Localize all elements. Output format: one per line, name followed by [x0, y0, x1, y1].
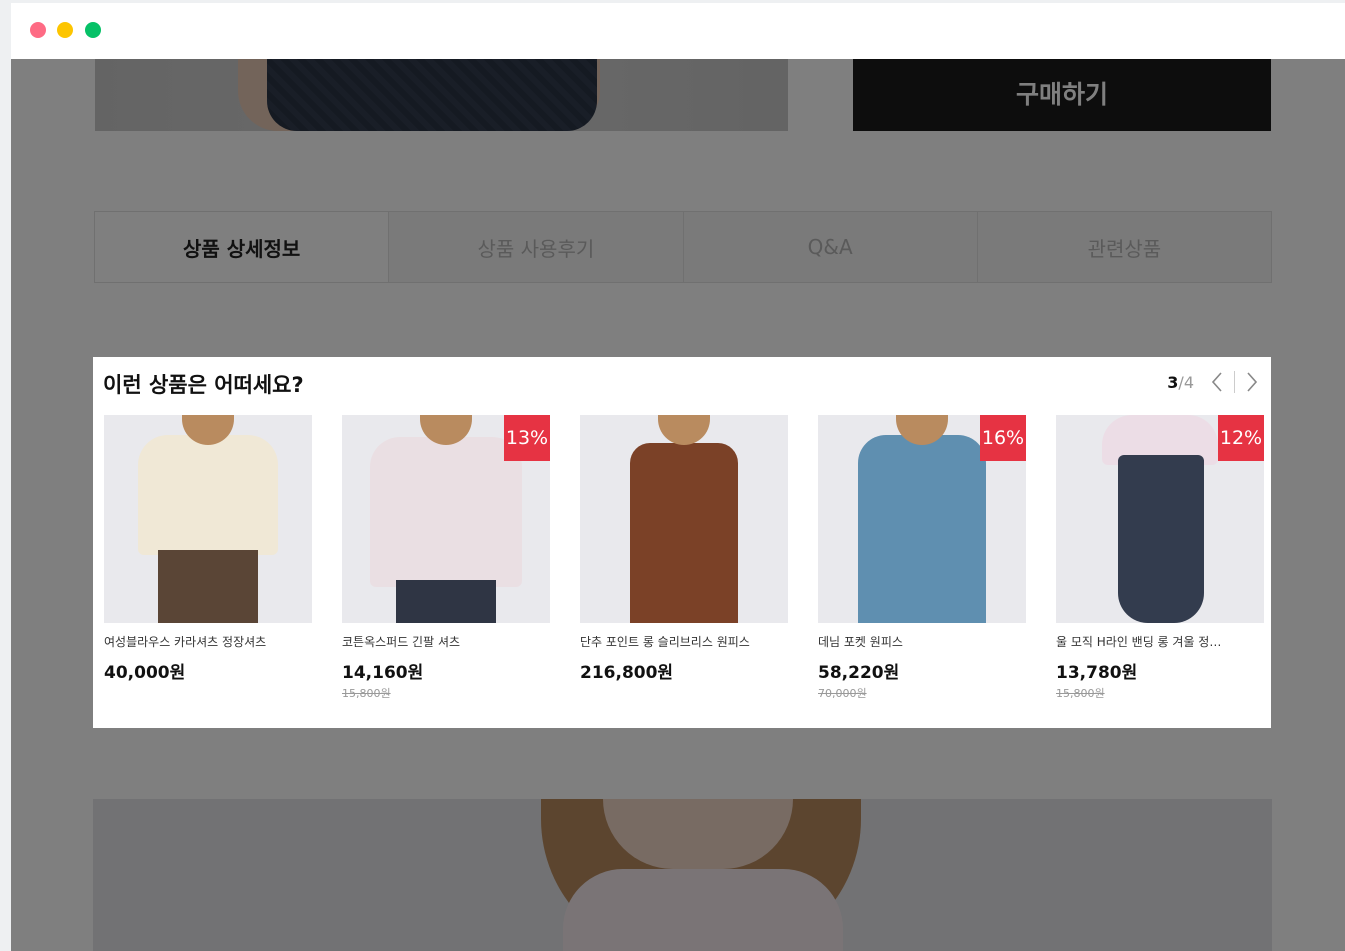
dress-shape: [630, 443, 738, 623]
product-price: 13,780원: [1056, 663, 1138, 683]
original-price: 15,800원: [342, 687, 391, 700]
chevron-right-icon: [1247, 372, 1258, 392]
browser-window: 구매하기 상품 상세정보 상품 사용후기 Q&A 관련상품 이런 상품은 어떠세…: [11, 3, 1345, 951]
page-content: 구매하기 상품 상세정보 상품 사용후기 Q&A 관련상품 이런 상품은 어떠세…: [11, 59, 1345, 951]
product-name[interactable]: 울 모직 H라인 밴딩 롱 겨울 정…: [1056, 633, 1264, 650]
close-window-button[interactable]: [30, 22, 46, 38]
recommendation-title: 이런 상품은 어떠세요?: [103, 373, 304, 397]
minimize-window-button[interactable]: [57, 22, 73, 38]
original-price: 15,800원: [1056, 687, 1105, 700]
product-image[interactable]: 13%: [342, 415, 550, 623]
next-page-button[interactable]: [1241, 368, 1263, 396]
pants-shape: [396, 580, 496, 623]
product-card[interactable]: 12% 울 모직 H라인 밴딩 롱 겨울 정… 13,780원 15,800원: [1056, 415, 1264, 701]
recommendation-popup: 이런 상품은 어떠세요? 3/4 여성블라우스 카라셔츠 정장셔츠 40,000…: [93, 357, 1271, 728]
product-name[interactable]: 데님 포켓 원피스: [818, 633, 1026, 650]
original-price: 70,000원: [818, 687, 867, 700]
product-card[interactable]: 16% 데님 포켓 원피스 58,220원 70,000원: [818, 415, 1026, 701]
maximize-window-button[interactable]: [85, 22, 101, 38]
product-price: 58,220원: [818, 663, 900, 683]
product-card[interactable]: 여성블라우스 카라셔츠 정장셔츠 40,000원: [104, 415, 312, 685]
product-image[interactable]: [104, 415, 312, 623]
model-head-shape: [658, 415, 710, 445]
discount-badge: 13%: [504, 415, 550, 461]
product-price: 14,160원: [342, 663, 424, 683]
blouse-shape: [138, 435, 278, 555]
recommendation-pager: 3/4: [1167, 367, 1263, 397]
product-name[interactable]: 여성블라우스 카라셔츠 정장셔츠: [104, 633, 312, 650]
pager-divider: [1234, 371, 1235, 393]
product-price: 216,800원: [580, 663, 674, 683]
product-image[interactable]: 12%: [1056, 415, 1264, 623]
discount-badge: 16%: [980, 415, 1026, 461]
product-name[interactable]: 단추 포인트 롱 슬리브리스 원피스: [580, 633, 788, 650]
product-card[interactable]: 단추 포인트 롱 슬리브리스 원피스 216,800원: [580, 415, 788, 685]
skirt-shape: [158, 550, 258, 623]
denim-dress-shape: [858, 435, 986, 623]
product-image[interactable]: 16%: [818, 415, 1026, 623]
shirt-shape: [370, 437, 522, 587]
current-page: 3: [1167, 372, 1179, 392]
total-pages: /4: [1178, 372, 1194, 392]
discount-badge: 12%: [1218, 415, 1264, 461]
product-card[interactable]: 13% 코튼옥스퍼드 긴팔 셔츠 14,160원 15,800원: [342, 415, 550, 701]
skirt-shape: [1118, 455, 1204, 623]
product-price: 40,000원: [104, 663, 186, 683]
chevron-left-icon: [1211, 372, 1222, 392]
previous-page-button[interactable]: [1206, 368, 1228, 396]
product-image[interactable]: [580, 415, 788, 623]
product-name[interactable]: 코튼옥스퍼드 긴팔 셔츠: [342, 633, 550, 650]
page-indicator: 3/4: [1167, 373, 1194, 392]
title-bar: [11, 3, 1345, 59]
